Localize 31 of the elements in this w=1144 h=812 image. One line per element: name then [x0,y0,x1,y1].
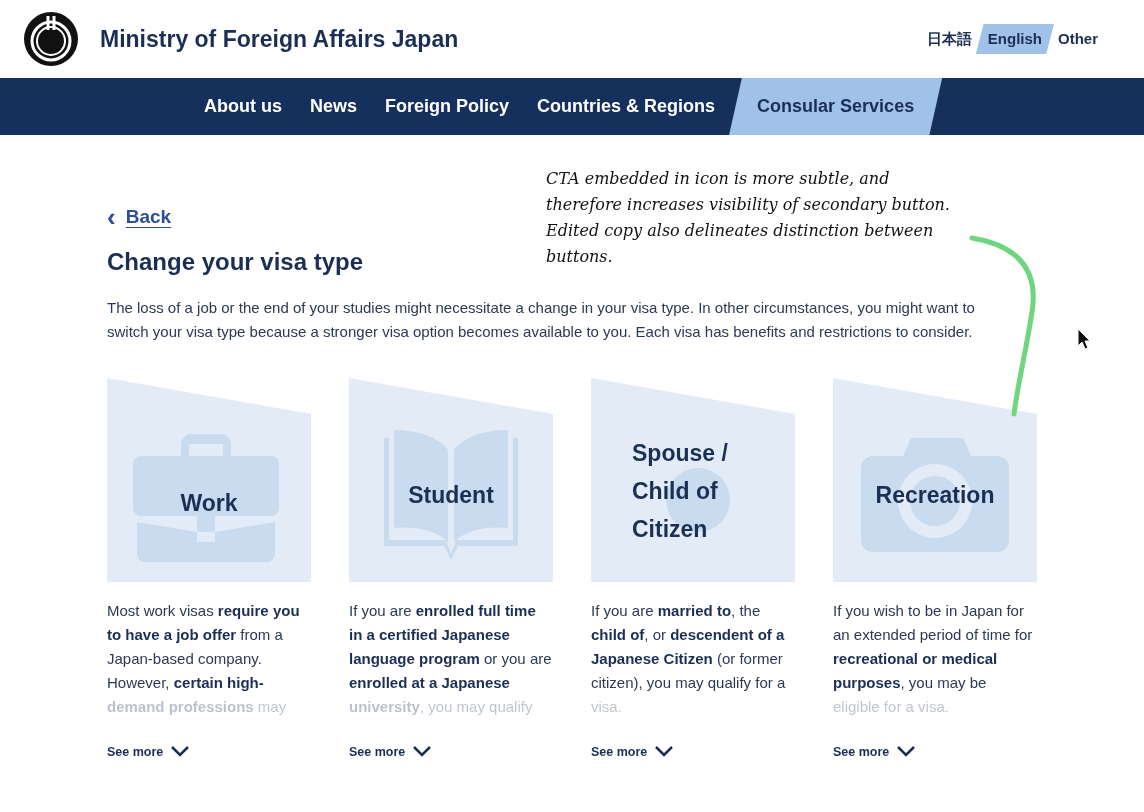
see-more-link[interactable]: See more [591,742,674,762]
cursor-icon [1077,328,1091,350]
language-option[interactable]: Other [1054,23,1102,55]
chevron-left-icon: ‹ [107,204,116,231]
card-description: If you wish to be in Japan for an extended period of time for recreational or medical purposes, you may be eligible for a visa. [833,600,1034,717]
nav-tab[interactable]: Foreign Policy [371,78,524,135]
logo-icon [22,10,80,68]
see-more-link[interactable]: See more [107,742,190,762]
card-title-link[interactable]: Work [180,485,238,520]
chevron-down-icon [897,746,916,758]
camera-icon [861,435,1009,552]
chevron-down-icon [171,746,190,758]
nav-tab[interactable]: About us [190,78,296,135]
card-title-link[interactable]: Student [408,477,494,512]
card-description: If you are married to, the child of, or descendent of a Japanese Citizen (or former citizen), you may qualify for a visa. [591,600,787,717]
nav-tab[interactable]: News [296,78,372,135]
intro-paragraph: The loss of a job or the end of your studies might necessitate a change in your visa type. In other circumstances, you might want to switch your visa type because a stronger visa option becomes available to you. Each visa has benefits and restrictions to consider. [107,297,976,342]
back-link[interactable]: ‹ Back [107,203,172,232]
see-more-link[interactable]: See more [833,742,916,762]
chevron-down-icon [655,746,674,758]
site-title: Ministry of Foreign Affairs Japan [100,24,459,54]
card-description: If you are enrolled full time in a certified Japanese language program or you are enrolled at a Japanese university, you may qualify [349,600,553,717]
annotation-note: CTA embedded in icon is more subtle, and therefore increases visibility of secondary button. Edited copy also delineates distinction between buttons. [546,168,951,268]
chevron-down-icon [413,746,432,758]
page-heading: Change your visa type [107,246,364,277]
see-more-link[interactable]: See more [349,742,432,762]
language-option[interactable]: English [975,23,1054,55]
card-description: Most work visas require you to have a job offer from a Japan-based company. However, certain high-demand professions may [107,600,301,717]
language-option[interactable]: 日本語 [922,23,976,55]
nav-tab[interactable]: Countries & Regions [523,78,730,135]
nav-tab[interactable]: Consular Services [729,78,943,135]
